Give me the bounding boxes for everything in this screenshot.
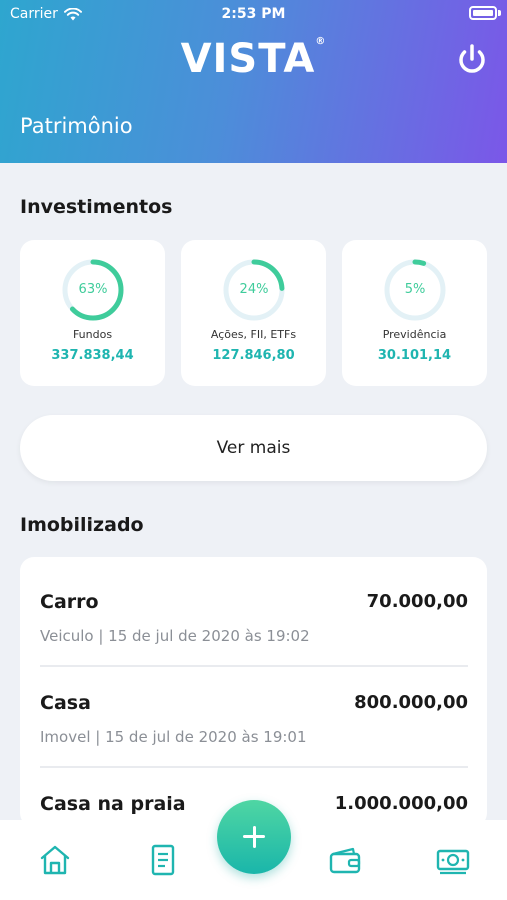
battery-tip xyxy=(498,10,501,16)
wallet-icon[interactable] xyxy=(327,842,363,878)
percent-label: 24% xyxy=(239,282,269,297)
list-item[interactable]: Casa 800.000,00 Imovel | 15 de jul de 20… xyxy=(40,658,468,768)
page-title: Patrimônio xyxy=(20,114,133,138)
invest-value: 30.101,14 xyxy=(377,348,452,363)
money-icon[interactable] xyxy=(435,842,471,878)
power-icon[interactable] xyxy=(452,40,492,80)
imobilizado-list: Carro 70.000,00 Veiculo | 15 de jul de 2… xyxy=(20,557,487,827)
item-value: 1.000.000,00 xyxy=(334,793,468,814)
logo-mark: ® xyxy=(315,36,327,47)
item-value: 70.000,00 xyxy=(366,591,468,612)
item-subtitle: Veiculo | 15 de jul de 2020 às 19:02 xyxy=(40,627,310,645)
item-subtitle: Imovel | 15 de jul de 2020 às 19:01 xyxy=(40,728,307,746)
invest-value: 127.846,80 xyxy=(212,348,295,363)
invest-card[interactable]: 63% Fundos 337.838,44 xyxy=(20,240,165,386)
list-item[interactable]: Carro 70.000,00 Veiculo | 15 de jul de 2… xyxy=(40,557,468,667)
app-logo: VISTA® xyxy=(0,36,507,82)
investimentos-title: Investimentos xyxy=(20,196,173,218)
invest-label: Fundos xyxy=(72,328,113,341)
invest-card[interactable]: 24% Ações, FII, ETFs 127.846,80 xyxy=(181,240,326,386)
imobilizado-title: Imobilizado xyxy=(20,514,144,536)
document-icon[interactable] xyxy=(145,842,181,878)
item-value: 800.000,00 xyxy=(354,692,468,713)
invest-label: Ações, FII, ETFs xyxy=(210,328,297,341)
invest-label: Previdência xyxy=(382,328,447,341)
battery-icon xyxy=(469,6,497,20)
invest-card[interactable]: 5% Previdência 30.101,14 xyxy=(342,240,487,386)
investimentos-cards: 63% Fundos 337.838,44 24% Ações, FII, ET… xyxy=(20,240,487,386)
item-name: Carro xyxy=(40,591,99,613)
header: Carrier 2:53 PM VISTA® Patrimônio xyxy=(0,0,507,163)
status-time: 2:53 PM xyxy=(221,6,286,22)
percent-label: 5% xyxy=(404,282,426,297)
percent-label: 63% xyxy=(78,282,108,297)
logo-text: VISTA xyxy=(180,36,316,82)
item-name: Casa xyxy=(40,692,91,714)
status-bar: Carrier 2:53 PM xyxy=(0,0,507,28)
ver-mais-button[interactable]: Ver mais xyxy=(20,415,487,481)
add-button[interactable] xyxy=(217,800,291,874)
invest-value: 337.838,44 xyxy=(51,348,134,363)
item-name: Casa na praia xyxy=(40,793,186,815)
home-icon[interactable] xyxy=(37,842,73,878)
